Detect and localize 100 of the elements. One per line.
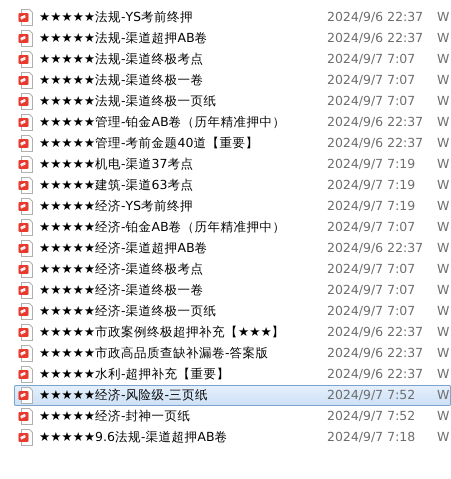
modified-date: 2024/9/6 22:37 bbox=[327, 326, 424, 339]
file-name: ★★★★★机电-渠道37考点 bbox=[39, 158, 194, 171]
modified-date: 2024/9/6 22:37 bbox=[327, 11, 424, 24]
file-name: ★★★★★法规-渠道超押AB卷 bbox=[39, 32, 209, 45]
modified-date: 2024/9/6 22:37 bbox=[327, 116, 424, 129]
pdf-file-icon bbox=[18, 156, 34, 173]
pdf-file-icon bbox=[18, 282, 34, 299]
pdf-file-icon bbox=[18, 429, 34, 446]
pdf-file-icon bbox=[18, 408, 34, 425]
modified-date: 2024/9/7 7:07 bbox=[327, 53, 416, 66]
pdf-file-icon bbox=[18, 240, 34, 257]
modified-date: 2024/9/6 22:37 bbox=[327, 137, 424, 150]
table-cell: W bbox=[437, 179, 449, 192]
file-name: ★★★★★经济-YS考前终押 bbox=[39, 200, 194, 213]
file-name: ★★★★★经济-渠道终极一页纸 bbox=[39, 305, 218, 318]
file-name: ★★★★★法规-渠道终极一页纸 bbox=[39, 95, 218, 108]
file-row[interactable]: ★★★★★建筑-渠道63考点 2024/9/7 7:19 W bbox=[14, 175, 451, 196]
file-name: ★★★★★9.6法规-渠道超押AB卷 bbox=[39, 431, 229, 444]
pdf-file-icon bbox=[18, 51, 34, 68]
table-cell: W bbox=[437, 74, 449, 87]
file-name: ★★★★★法规-YS考前终押 bbox=[39, 11, 194, 24]
table-cell: W bbox=[437, 11, 449, 24]
file-row[interactable]: ★★★★★管理-考前金题40道【重要】 2024/9/6 22:37 W bbox=[14, 133, 451, 154]
file-row[interactable]: ★★★★★市政高品质查缺补漏卷-答案版 2024/9/6 22:37 W bbox=[14, 343, 451, 364]
file-row[interactable]: ★★★★★法规-YS考前终押 2024/9/6 22:37 W bbox=[14, 7, 451, 28]
modified-date: 2024/9/7 7:19 bbox=[327, 158, 416, 171]
file-name: ★★★★★法规-渠道终极一卷 bbox=[39, 74, 205, 87]
pdf-file-icon bbox=[18, 177, 34, 194]
file-row[interactable]: ★★★★★经济-渠道终极考点 2024/9/7 7:07 W bbox=[14, 259, 451, 280]
table-cell: W bbox=[437, 389, 449, 402]
file-row[interactable]: ★★★★★经济-YS考前终押 2024/9/7 7:19 W bbox=[14, 196, 451, 217]
file-row[interactable]: ★★★★★经济-渠道终极一卷 2024/9/7 7:07 W bbox=[14, 280, 451, 301]
table-cell: W bbox=[437, 116, 449, 129]
table-cell: W bbox=[437, 200, 449, 213]
file-name: ★★★★★水利-超押补充【重要】 bbox=[39, 368, 231, 381]
file-row[interactable]: ★★★★★经济-渠道超押AB卷 2024/9/6 22:37 W bbox=[14, 238, 451, 259]
file-row[interactable]: ★★★★★管理-铂金AB卷（历年精准押中） 2024/9/6 22:37 W bbox=[14, 112, 451, 133]
file-row[interactable]: ★★★★★法规-渠道终极考点 2024/9/7 7:07 W bbox=[14, 49, 451, 70]
file-row[interactable]: ★★★★★法规-渠道终极一页纸 2024/9/7 7:07 W bbox=[14, 91, 451, 112]
table-cell: W bbox=[437, 326, 449, 339]
pdf-file-icon bbox=[18, 135, 34, 152]
modified-date: 2024/9/7 7:07 bbox=[327, 305, 416, 318]
file-name: ★★★★★经济-渠道终极考点 bbox=[39, 263, 205, 276]
table-cell: W bbox=[437, 368, 449, 381]
modified-date: 2024/9/7 7:19 bbox=[327, 200, 416, 213]
pdf-file-icon bbox=[18, 114, 34, 131]
file-name: ★★★★★法规-渠道终极考点 bbox=[39, 53, 205, 66]
table-cell: W bbox=[437, 32, 449, 45]
modified-date: 2024/9/7 7:18 bbox=[327, 431, 416, 444]
modified-date: 2024/9/6 22:37 bbox=[327, 32, 424, 45]
pdf-file-icon bbox=[18, 345, 34, 362]
table-cell: W bbox=[437, 158, 449, 171]
file-name: ★★★★★经济-封神一页纸 bbox=[39, 410, 192, 423]
file-row[interactable]: ★★★★★经济-铂金AB卷（历年精准押中） 2024/9/7 7:07 W bbox=[14, 217, 451, 238]
table-cell: W bbox=[437, 284, 449, 297]
pdf-file-icon bbox=[18, 219, 34, 236]
table-cell: W bbox=[437, 410, 449, 423]
modified-date: 2024/9/7 7:52 bbox=[327, 389, 416, 402]
modified-date: 2024/9/7 7:07 bbox=[327, 74, 416, 87]
pdf-file-icon bbox=[18, 72, 34, 89]
modified-date: 2024/9/6 22:37 bbox=[327, 347, 424, 360]
table-cell: W bbox=[437, 95, 449, 108]
modified-date: 2024/9/7 7:07 bbox=[327, 284, 416, 297]
modified-date: 2024/9/7 7:07 bbox=[327, 263, 416, 276]
file-name: ★★★★★管理-铂金AB卷（历年精准押中） bbox=[39, 116, 287, 129]
file-name: ★★★★★建筑-渠道63考点 bbox=[39, 179, 194, 192]
file-name: ★★★★★经济-渠道终极一卷 bbox=[39, 284, 205, 297]
pdf-file-icon bbox=[18, 30, 34, 47]
table-cell: W bbox=[437, 221, 449, 234]
file-row[interactable]: ★★★★★机电-渠道37考点 2024/9/7 7:19 W bbox=[14, 154, 451, 175]
modified-date: 2024/9/7 7:07 bbox=[327, 221, 416, 234]
table-cell: W bbox=[437, 137, 449, 150]
modified-date: 2024/9/6 22:37 bbox=[327, 242, 424, 255]
pdf-file-icon bbox=[18, 93, 34, 110]
pdf-file-icon bbox=[18, 387, 34, 404]
file-name: ★★★★★市政案例终极超押补充【★★★】 bbox=[39, 326, 286, 339]
table-cell: W bbox=[437, 305, 449, 318]
pdf-file-icon bbox=[18, 198, 34, 215]
file-row[interactable]: ★★★★★法规-渠道终极一卷 2024/9/7 7:07 W bbox=[14, 70, 451, 91]
file-name: ★★★★★管理-考前金题40道【重要】 bbox=[39, 137, 260, 150]
table-cell: W bbox=[437, 242, 449, 255]
table-cell: W bbox=[437, 347, 449, 360]
pdf-file-icon bbox=[18, 9, 34, 26]
pdf-file-icon bbox=[18, 366, 34, 383]
file-row[interactable]: ★★★★★市政案例终极超押补充【★★★】 2024/9/6 22:37 W bbox=[14, 322, 451, 343]
table-cell: W bbox=[437, 431, 449, 444]
file-row[interactable]: ★★★★★法规-渠道超押AB卷 2024/9/6 22:37 W bbox=[14, 28, 451, 49]
file-row[interactable]: ★★★★★水利-超押补充【重要】 2024/9/6 22:37 W bbox=[14, 364, 451, 385]
table-cell: W bbox=[437, 53, 449, 66]
file-row[interactable]: ★★★★★9.6法规-渠道超押AB卷 2024/9/7 7:18 W bbox=[14, 427, 451, 448]
modified-date: 2024/9/7 7:07 bbox=[327, 95, 416, 108]
modified-date: 2024/9/7 7:19 bbox=[327, 179, 416, 192]
pdf-file-icon bbox=[18, 261, 34, 278]
table-cell: W bbox=[437, 263, 449, 276]
file-row[interactable]: ★★★★★经济-封神一页纸 2024/9/7 7:52 W bbox=[14, 406, 451, 427]
file-name: ★★★★★经济-铂金AB卷（历年精准押中） bbox=[39, 221, 287, 234]
file-row[interactable]: ★★★★★经济-渠道终极一页纸 2024/9/7 7:07 W bbox=[14, 301, 451, 322]
pdf-file-icon bbox=[18, 324, 34, 341]
modified-date: 2024/9/6 22:37 bbox=[327, 368, 424, 381]
file-row[interactable]: ★★★★★经济-风险级-三页纸 2024/9/7 7:52 W bbox=[14, 385, 451, 406]
